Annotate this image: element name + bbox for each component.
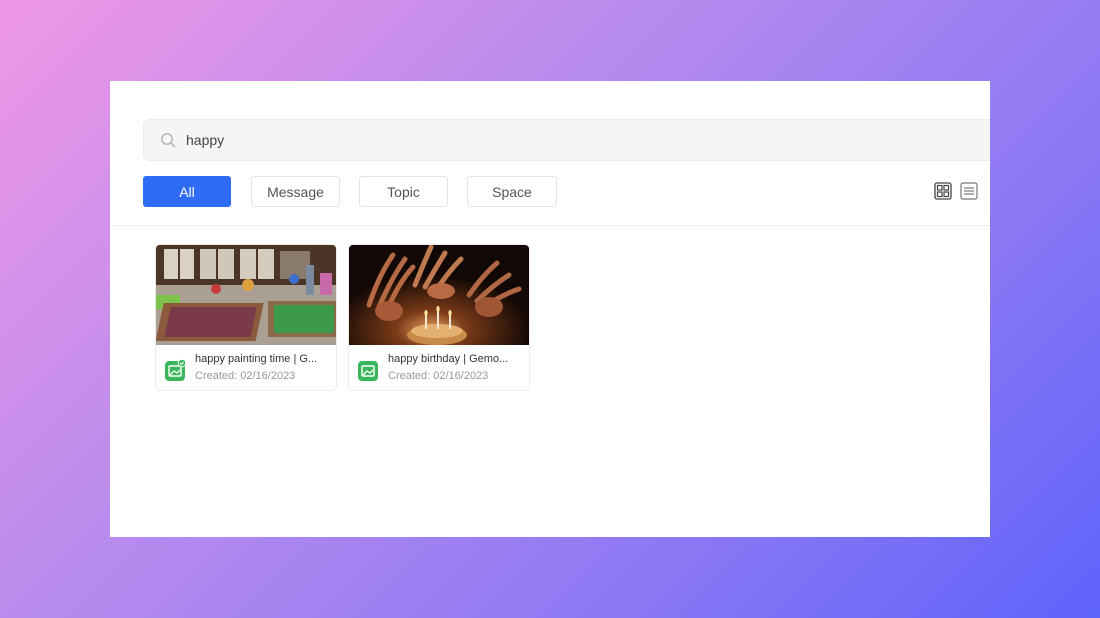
tab-message[interactable]: Message [251,176,340,207]
result-thumbnail [349,245,529,345]
result-thumbnail [156,245,336,345]
search-input[interactable] [186,132,786,148]
result-title: happy birthday | Gemo... [388,353,509,365]
image-file-icon [358,361,378,381]
tab-topic[interactable]: Topic [359,176,448,207]
result-created-date: Created: 02/16/2023 [195,370,296,382]
tab-space[interactable]: Space [467,176,557,207]
result-card[interactable]: happy birthday | Gemo... Created: 02/16/… [348,244,530,391]
search-panel: All Message Topic Space [110,81,990,537]
result-title: happy painting time | G... [195,353,318,365]
result-created-date: Created: 02/16/2023 [388,370,489,382]
toolbar-divider [110,225,990,226]
search-bar[interactable] [143,119,990,161]
grid-icon[interactable] [934,182,952,200]
list-icon[interactable] [960,182,978,200]
result-card[interactable]: happy painting time | G... Created: 02/1… [155,244,337,391]
search-icon [161,133,176,148]
image-file-icon [165,359,187,381]
tab-all[interactable]: All [143,176,231,207]
